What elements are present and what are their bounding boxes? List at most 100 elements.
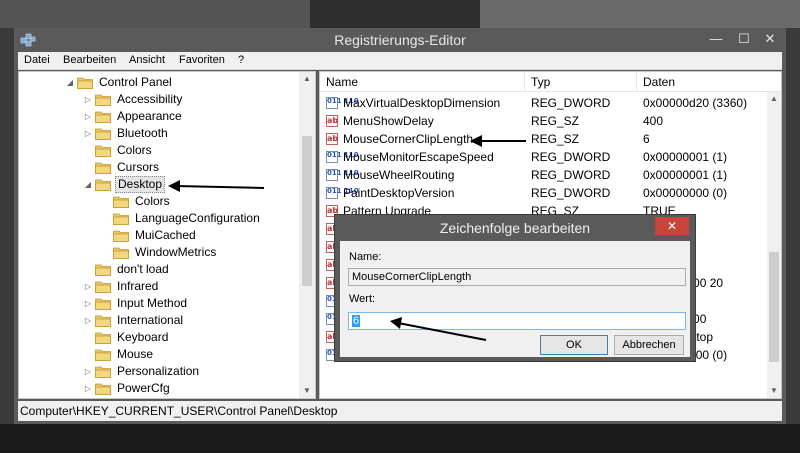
reg-dword-icon: 011 110	[326, 151, 359, 163]
folder-icon	[113, 195, 129, 208]
row-data: 0x00000d20 (3360)	[643, 96, 748, 110]
expand-arrow-icon	[101, 227, 111, 244]
menu-datei[interactable]: Datei	[24, 54, 50, 66]
expand-arrow-icon[interactable]: ▷	[83, 108, 93, 125]
tree-item-label: Infrared	[117, 279, 159, 293]
expand-arrow-icon[interactable]: ▷	[83, 295, 93, 312]
tree-item-label: Input Method	[117, 296, 188, 310]
column-divider[interactable]	[524, 72, 525, 92]
folder-icon	[95, 297, 111, 310]
minimize-button[interactable]: —	[702, 30, 730, 48]
folder-icon	[113, 246, 129, 259]
tree-scrollbar[interactable]: ▲ ▼	[299, 72, 315, 398]
row-type: REG_SZ	[531, 114, 580, 128]
list-row[interactable]: 011 110 MouseWheelRouting REG_DWORD 0x00000…	[320, 166, 768, 184]
menu-bar: Datei Bearbeiten Ansicht Favoriten ?	[18, 52, 782, 70]
scroll-thumb[interactable]	[769, 252, 779, 362]
background-patch	[0, 0, 310, 28]
collapse-arrow-icon[interactable]: ◢	[65, 74, 75, 91]
list-row[interactable]: ab MenuShowDelay REG_SZ 400	[320, 112, 768, 130]
expand-arrow-icon[interactable]: ▷	[83, 380, 93, 397]
scroll-down-arrow-icon[interactable]: ▼	[767, 384, 781, 398]
list-row[interactable]: 011 110 MouseMonitorEscapeSpeed REG_DWORD 0…	[320, 148, 768, 166]
row-type: REG_DWORD	[531, 96, 611, 110]
close-button[interactable]: ✕	[756, 30, 784, 48]
list-row[interactable]: 011 110 MaxVirtualDesktopDimension REG_DWO…	[320, 94, 768, 112]
tree-item-label: Colors	[135, 194, 170, 208]
folder-icon	[77, 76, 93, 89]
expand-arrow-icon[interactable]: ▷	[83, 125, 93, 142]
tree-item-label: Bluetooth	[117, 126, 168, 140]
tree-item-label: don't load	[117, 262, 169, 276]
list-row[interactable]: 011 110 PaintDesktopVersion REG_DWORD 0x000…	[320, 184, 768, 202]
scroll-down-arrow-icon[interactable]: ▼	[299, 384, 315, 398]
window-title: Registrierungs-Editor	[334, 32, 466, 48]
expand-arrow-icon	[83, 159, 93, 176]
menu-ansicht[interactable]: Ansicht	[129, 54, 165, 66]
background-patch	[310, 0, 480, 28]
row-data: 0x00000001 (1)	[643, 150, 728, 164]
expand-arrow-icon[interactable]: ▷	[83, 363, 93, 380]
scroll-up-arrow-icon[interactable]: ▲	[767, 92, 781, 106]
title-bar[interactable]: Registrierungs-Editor — ☐ ✕	[14, 28, 786, 52]
folder-icon	[95, 382, 111, 395]
row-type: REG_SZ	[531, 132, 580, 146]
row-name: MouseMonitorEscapeSpeed	[343, 150, 494, 164]
column-divider[interactable]	[636, 72, 637, 92]
row-data: 400	[643, 114, 664, 128]
row-name: PaintDesktopVersion	[343, 186, 455, 200]
row-data: 6	[643, 132, 650, 146]
tree-item-label: WindowMetrics	[135, 245, 217, 259]
row-data: 0x00000001 (1)	[643, 168, 728, 182]
value-input[interactable]: 6	[348, 312, 686, 330]
reg-dword-icon: 011 110	[326, 169, 359, 181]
maximize-button[interactable]: ☐	[730, 30, 758, 48]
value-input-text: 6	[352, 315, 361, 327]
value-label: Wert:	[349, 293, 376, 305]
tree-item-label: LanguageConfiguration	[135, 211, 260, 225]
expand-arrow-icon[interactable]: ▷	[83, 91, 93, 108]
list-scrollbar[interactable]: ▲ ▼	[767, 92, 781, 398]
folder-icon	[95, 365, 111, 378]
row-name: MouseCornerClipLength	[343, 132, 474, 146]
dialog-body: Name: MouseCornerClipLength Wert: 6 OK A…	[340, 241, 690, 357]
expand-arrow-icon	[101, 244, 111, 261]
cancel-button[interactable]: Abbrechen	[614, 335, 684, 355]
menu-bearbeiten[interactable]: Bearbeiten	[63, 54, 116, 66]
reg-sz-icon: ab	[326, 133, 339, 145]
expand-arrow-icon	[83, 261, 93, 278]
tree-item-label: MuiCached	[135, 228, 196, 242]
expand-arrow-icon	[83, 142, 93, 159]
row-data: 0x00000000 (0)	[643, 186, 728, 200]
row-name: MenuShowDelay	[343, 114, 434, 128]
tree-item-label: International	[117, 313, 184, 327]
folder-icon	[113, 229, 129, 242]
column-header-type[interactable]: Typ	[531, 75, 550, 89]
list-row[interactable]: ab MouseCornerClipLength REG_SZ 6	[320, 130, 768, 148]
folder-icon	[95, 348, 111, 361]
dialog-close-button[interactable]: ✕	[655, 217, 689, 235]
folder-icon	[95, 280, 111, 293]
expand-arrow-icon	[101, 193, 111, 210]
key-tree[interactable]: ◢ Control Panel ▷ Accessibility ▷ Appearance ▷…	[18, 71, 316, 399]
edit-string-dialog: Zeichenfolge bearbeiten ✕ Name: MouseCor…	[334, 214, 696, 362]
reg-sz-icon: ab	[326, 115, 339, 127]
folder-icon	[95, 127, 111, 140]
column-header-data[interactable]: Daten	[643, 75, 675, 89]
ok-button[interactable]: OK	[540, 335, 608, 355]
folder-icon	[95, 263, 111, 276]
collapse-arrow-icon[interactable]: ◢	[83, 176, 93, 193]
column-header-name[interactable]: Name	[326, 75, 358, 89]
expand-arrow-icon[interactable]: ▷	[83, 312, 93, 329]
folder-icon	[95, 144, 111, 157]
tree-item-label: Control Panel	[99, 75, 172, 89]
expand-arrow-icon[interactable]: ▷	[83, 278, 93, 295]
dialog-title: Zeichenfolge bearbeiten	[439, 220, 591, 236]
menu-help[interactable]: ?	[238, 54, 244, 66]
folder-icon	[95, 314, 111, 327]
scroll-thumb[interactable]	[302, 136, 312, 286]
scroll-up-arrow-icon[interactable]: ▲	[299, 72, 315, 86]
menu-favoriten[interactable]: Favoriten	[179, 54, 225, 66]
tree-item-label: Mouse	[117, 347, 154, 361]
folder-icon	[95, 161, 111, 174]
